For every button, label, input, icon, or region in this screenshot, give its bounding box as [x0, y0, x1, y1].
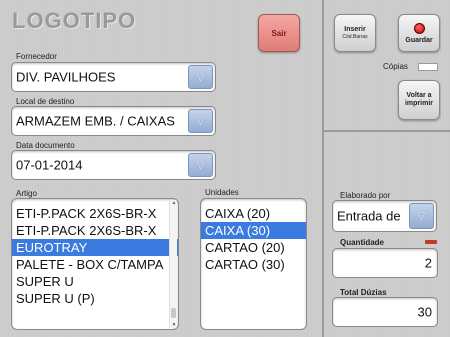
unidades-label: Unidades: [205, 188, 239, 197]
chevron-down-icon: ▽: [196, 71, 205, 83]
local-destino-dropdown[interactable]: ARMAZEM EMB. / CAIXAS ▽: [11, 106, 216, 136]
artigo-list-item[interactable]: EUROTRAY: [12, 239, 178, 256]
fornecedor-value: DIV. PAVILHOES: [16, 69, 116, 85]
artigo-list-item[interactable]: SUPER U (P): [12, 290, 178, 307]
fornecedor-label: Fornecedor: [16, 52, 57, 61]
quantidade-value: 2: [424, 255, 432, 271]
inserir-label: Inserir: [344, 25, 366, 33]
unidades-list-item[interactable]: CAIXA (20): [201, 205, 306, 222]
local-destino-dropdown-arrow[interactable]: ▽: [188, 109, 213, 133]
unidades-list-item[interactable]: CARTAO (20): [201, 239, 306, 256]
copias-input[interactable]: [418, 63, 438, 71]
elaborado-por-value: Entrada de: [337, 208, 401, 224]
data-documento-dropdown-arrow[interactable]: ▽: [188, 153, 213, 177]
chevron-down-icon: ▽: [417, 210, 426, 222]
panel-divider-horizontal: [324, 130, 450, 132]
artigo-list-item[interactable]: ETI-P.PACK 2X6S-BR-X: [12, 205, 178, 222]
data-documento-value: 07-01-2014: [16, 157, 83, 173]
voltar-label-line2: imprimir: [404, 100, 433, 107]
elaborado-por-dropdown[interactable]: Entrada de ▽: [332, 200, 437, 232]
guardar-button[interactable]: Guardar: [398, 14, 440, 52]
artigo-list-item[interactable]: PALETE - BOX C/TAMPA: [12, 256, 178, 273]
quantidade-label: Quantidade: [340, 238, 385, 247]
inserir-sublabel: Cód.Barras: [342, 34, 368, 41]
artigo-list-item[interactable]: SUPER U: [12, 273, 178, 290]
chevron-down-icon: ▽: [196, 159, 205, 171]
chevron-down-icon: ▽: [196, 115, 205, 127]
voltar-label-line1: Voltar a: [406, 91, 432, 99]
elaborado-por-label: Elaborado por: [340, 191, 391, 200]
fornecedor-dropdown-arrow[interactable]: ▽: [188, 65, 213, 89]
scroll-up-arrow-icon[interactable]: ▲: [170, 200, 178, 206]
total-duzias-label: Total Dúzias: [340, 288, 387, 297]
total-duzias-value: 30: [417, 304, 432, 320]
inserir-codigo-barras-button[interactable]: Inserir Cód.Barras: [334, 14, 376, 52]
voltar-imprimir-button[interactable]: Voltar a imprimir: [398, 80, 440, 120]
quantidade-indicator: [425, 240, 437, 244]
sair-label: Sair: [271, 28, 287, 38]
data-documento-label: Data documento: [16, 141, 75, 150]
elaborado-por-dropdown-arrow[interactable]: ▽: [409, 203, 434, 229]
scroll-down-arrow-icon[interactable]: ▼: [170, 322, 178, 328]
artigo-scrollbar[interactable]: ▲ ▼: [169, 200, 177, 328]
sair-button[interactable]: Sair: [258, 14, 300, 52]
unidades-list-item[interactable]: CARTAO (30): [201, 256, 306, 273]
total-duzias-field: 30: [332, 297, 438, 327]
local-destino-label: Local de destino: [16, 97, 75, 106]
fornecedor-dropdown[interactable]: DIV. PAVILHOES ▽: [11, 62, 216, 92]
artigo-list-item[interactable]: ETI-P.PACK 2X6S-BR-X: [12, 222, 178, 239]
logo: LOGOTIPO: [12, 8, 137, 33]
unidades-list-item[interactable]: CAIXA (30): [201, 222, 306, 239]
unidades-list[interactable]: CAIXA (20) CAIXA (30) CARTAO (20) CARTAO (3…: [200, 198, 307, 330]
quantidade-field[interactable]: 2: [332, 248, 438, 278]
copias-label: Cópias: [383, 62, 408, 71]
artigo-list[interactable]: ETI-P.PACK 2X6S-BR-X ETI-P.PACK 2X6S-BR-X…: [11, 198, 179, 330]
artigo-scroll-thumb[interactable]: [171, 308, 176, 318]
local-destino-value: ARMAZEM EMB. / CAIXAS: [16, 113, 175, 129]
data-documento-dropdown[interactable]: 07-01-2014 ▽: [11, 150, 216, 180]
record-dot-icon: [413, 22, 425, 34]
panel-divider-vertical: [322, 0, 324, 337]
artigo-label: Artigo: [16, 189, 37, 198]
guardar-label: Guardar: [405, 36, 433, 44]
